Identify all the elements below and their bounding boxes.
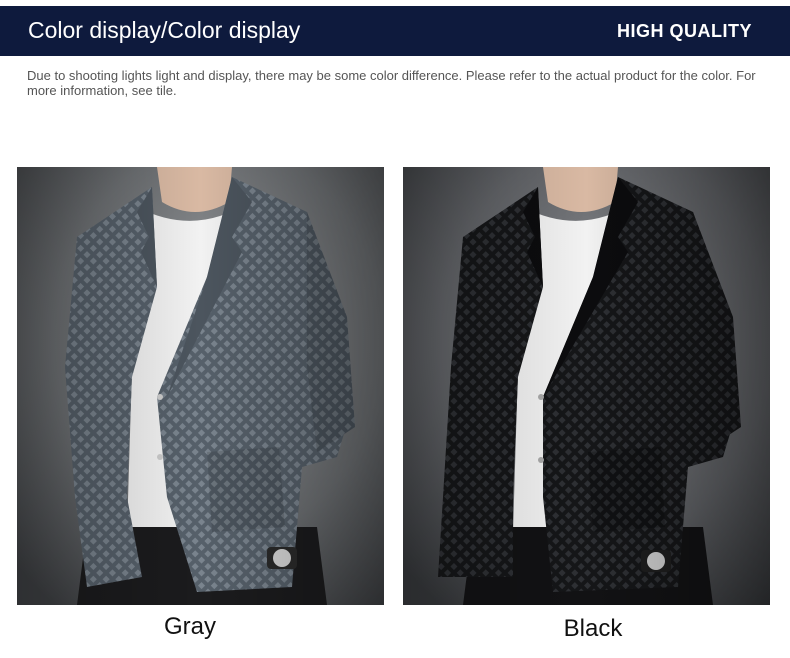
high-quality-badge: HIGH QUALITY (617, 21, 752, 41)
black-product-image[interactable] (403, 167, 770, 605)
black-color-label: Black (563, 615, 623, 642)
header-bar: Color display/Color display HIGH QUALITY (0, 6, 790, 56)
black-blazer-photo-icon (403, 167, 770, 605)
gray-blazer-photo-icon (17, 167, 384, 605)
gray-product-image[interactable] (17, 167, 384, 605)
color-difference-notice: Due to shooting lights light and display… (27, 68, 756, 98)
gray-color-label: Gray (163, 613, 216, 640)
section-title: Color display/Color display (28, 17, 301, 43)
